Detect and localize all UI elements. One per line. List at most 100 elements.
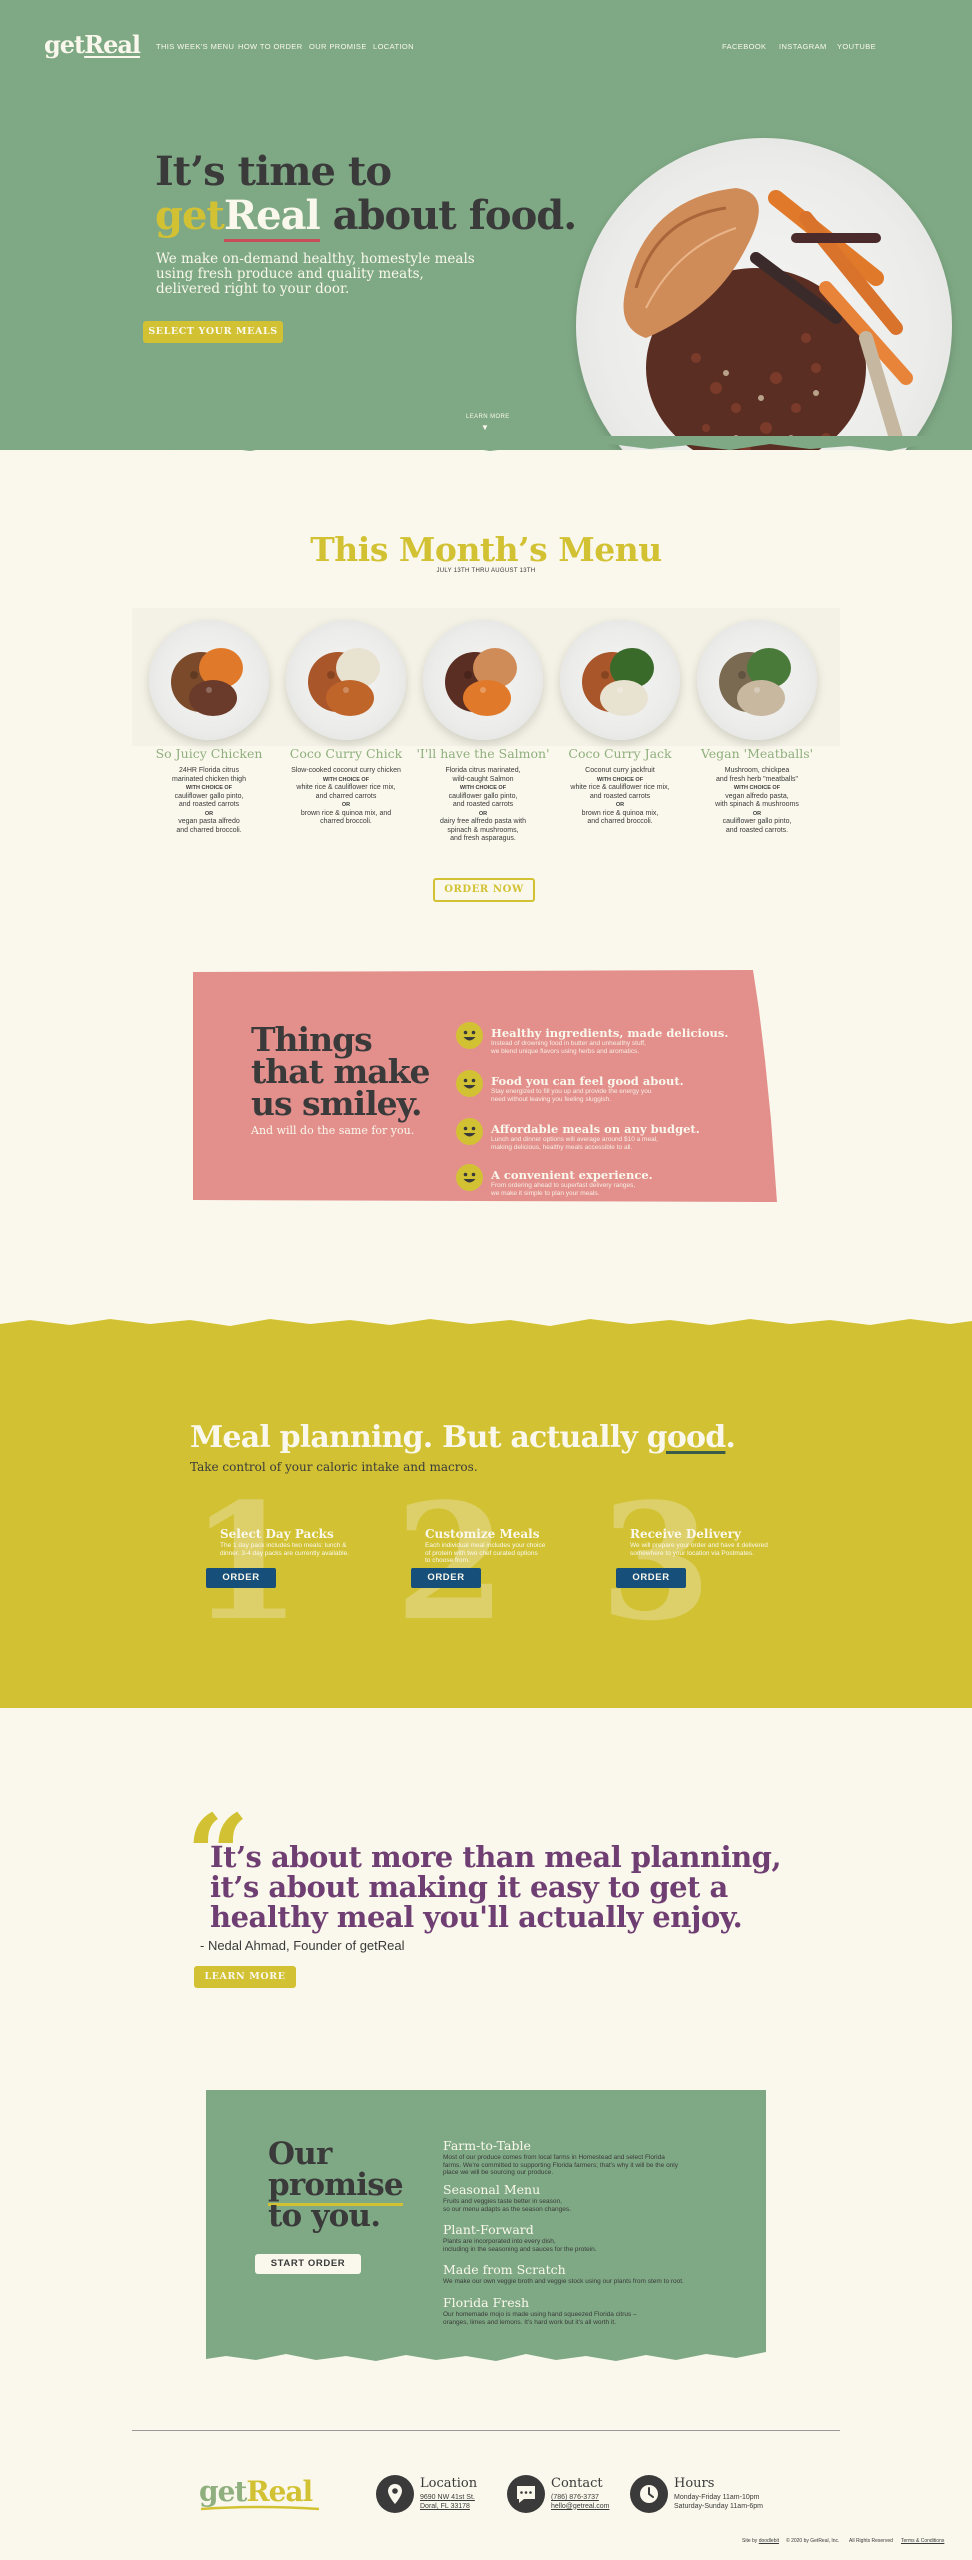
select-meals-button[interactable]: SELECT YOUR MEALS [143, 321, 283, 343]
quote-line: it’s about making it easy to get a [210, 1870, 728, 1904]
location-pin-icon [376, 2475, 414, 2513]
dish-desc-line: cauliflower gallo pinto, [174, 792, 244, 800]
promise-item-description: Fruits and veggies taste better in seaso… [443, 2198, 743, 2213]
dish-choice-label: WITH CHOICE OF [596, 776, 644, 783]
start-order-button[interactable]: START ORDER [255, 2254, 361, 2274]
dish-desc-line: with spinach & mushrooms [715, 801, 799, 808]
learn-more-button[interactable]: LEARN MORE [194, 1966, 296, 1988]
logo[interactable]: getReal [44, 30, 141, 59]
dish-plate-image [560, 620, 680, 740]
step-order-button[interactable]: ORDER [206, 1568, 276, 1588]
dish-desc-line: spinach & mushrooms, [447, 826, 519, 834]
chevron-down-icon[interactable]: ▼ [481, 423, 489, 432]
dish-choice-label: OR [752, 810, 762, 817]
dish-choice-label: WITH CHOICE OF [459, 785, 507, 791]
footer-contact-title: Contact [551, 2476, 603, 2491]
footer-email-link[interactable]: hello@getreal.com [551, 2503, 609, 2510]
dish-desc-line: Slow-cooked coconut curry chicken [291, 767, 401, 774]
promise-desc-line: Most of our produce comes from local far… [443, 2154, 665, 2161]
feature-title: Food you can feel good about. [491, 1074, 684, 1088]
footer-hours-details: Monday-Friday 11am-10pm Saturday-Sunday … [674, 2494, 763, 2511]
planning-heading: Meal planning. But actually good. [190, 1420, 810, 1455]
step-desc-line: of protein with two chef curated options [425, 1549, 538, 1557]
step-desc-line: to choose from. [425, 1557, 470, 1564]
clock-icon [630, 2475, 668, 2513]
hero-line1: It’s time to [155, 148, 392, 195]
planning-heading-post: . [725, 1420, 736, 1455]
dish-description: Coconut curry jackfruit WITH CHOICE OF whi… [546, 767, 694, 827]
dish-desc-line: brown rice & quinoa mix, [581, 809, 659, 817]
promise-item-description: Plants are incorporated into every dish,… [443, 2238, 743, 2253]
promise-item-description: We make our own veggie broth and veggie … [443, 2278, 743, 2286]
menu-title: This Month’s Menu [310, 530, 662, 569]
feature-desc-line: making delicious, healthy meals accessib… [491, 1143, 633, 1151]
footer-location-title: Location [420, 2476, 478, 2491]
quote-line: It’s about more than meal planning, [210, 1840, 782, 1874]
dish-name: 'I'll have the Salmon' [416, 746, 550, 761]
promise-desc-line: farms. We're committed to supporting Flo… [443, 2161, 679, 2169]
smiley-face-icon [456, 1164, 483, 1191]
nav-location[interactable]: LOCATION [373, 42, 414, 51]
torn-paper-divider [0, 1319, 972, 1334]
chat-bubble-icon [507, 2475, 545, 2513]
nav-our-promise[interactable]: OUR PROMISE [309, 42, 367, 51]
step-desc-line: The 1 day pack includes two meals: lunch… [220, 1542, 347, 1549]
promise-heading-line: to you. [268, 2198, 381, 2234]
promise-item-description: Most of our produce comes from local far… [443, 2154, 743, 2177]
dish-desc-line: cauliflower gallo pinto, [722, 818, 792, 825]
step-desc-line: We will prepare your order and have it d… [630, 1542, 768, 1549]
salmon-dish-illustration [623, 188, 913, 450]
feature-description: From ordering ahead to superfast deliver… [491, 1182, 761, 1197]
dish-desc-line: white rice & cauliflower rice mix, [296, 784, 396, 791]
smiley-heading-line: us smiley. [251, 1084, 423, 1123]
planning-heading-pre: Meal planning. But actually [190, 1420, 647, 1455]
footer-hours-line: Monday-Friday 11am-10pm [674, 2494, 760, 2501]
footer-phone-link[interactable]: (786) 876-3737 [551, 2494, 599, 2501]
feature-desc-line: we blend unique flavors using herbs and … [491, 1047, 640, 1055]
terms-link[interactable]: Terms & Conditions [901, 2538, 944, 2544]
dish-name: Coco Curry Chick [289, 746, 403, 761]
order-now-button[interactable]: ORDER NOW [433, 878, 535, 902]
dish-desc-line: and roasted carrots [589, 792, 651, 800]
nav-instagram[interactable]: INSTAGRAM [779, 42, 827, 51]
dish-desc-line: marinated chicken thigh [172, 775, 246, 783]
logo-get: get [44, 30, 85, 59]
hero-line2: about food. [319, 192, 578, 239]
step-order-button[interactable]: ORDER [411, 1568, 481, 1588]
dish-desc-line: 24HR Florida citrus [179, 767, 239, 774]
dish-desc-line: Florida citrus marinated, [445, 767, 521, 774]
nav-how-to-order[interactable]: HOW TO ORDER [238, 42, 303, 51]
hero-subtitle: We make on-demand healthy, homestyle mea… [156, 252, 486, 297]
promise-desc-line: Our homemade mojo is made using hand squ… [443, 2311, 637, 2318]
dish-choice-label: OR [478, 810, 488, 817]
footer-hours-line: Saturday-Sunday 11am-6pm [674, 2502, 763, 2510]
footer-credit-link[interactable]: doodlebit [759, 2538, 779, 2544]
logo-real: Real [84, 30, 141, 59]
promise-desc-line: place we will be sourcing our produce. [443, 2169, 554, 2176]
footer-contact-details: (786) 876-3737 hello@getreal.com [551, 2494, 609, 2511]
dish-plate-image [149, 620, 269, 740]
dish-name: So Juicy Chicken [155, 746, 263, 761]
nav-this-weeks-menu[interactable]: THIS WEEK'S MENU [156, 42, 234, 51]
hero-subtitle-line: delivered right to your door. [156, 281, 350, 297]
smiley-subtitle: And will do the same for you. [251, 1124, 415, 1137]
learn-more-link[interactable]: LEARN MORE [466, 414, 510, 420]
promise-desc-line: so our menu adapts as the season changes… [443, 2205, 571, 2213]
quote-text: It’s about more than meal planning, it’s… [210, 1842, 830, 1932]
menu-dates: JULY 13TH THRU AUGUST 13TH [436, 568, 536, 574]
promise-item-title: Seasonal Menu [443, 2182, 541, 2197]
nav-facebook[interactable]: FACEBOOK [722, 42, 766, 51]
dish-desc-line: and roasted carrots [452, 801, 514, 808]
feature-desc-line: Instead of drowning food in butter and u… [491, 1040, 646, 1047]
dish-desc-line: vegan pasta alfredo [178, 818, 240, 825]
step-order-button[interactable]: ORDER [616, 1568, 686, 1588]
dish-desc-line: charred broccoli. [320, 818, 372, 825]
step-desc-line: somewhere to your location via Postmates… [630, 1549, 754, 1557]
step-description: Each individual meal includes your choic… [425, 1542, 585, 1565]
nav-youtube[interactable]: YOUTUBE [837, 42, 876, 51]
footer-location-address[interactable]: 9690 NW 41st St. Doral, FL 33178 [420, 2494, 475, 2511]
footer-credit: Site by doodlebit [742, 2538, 779, 2544]
dish-choice-label: WITH CHOICE OF [733, 785, 781, 791]
promise-desc-line: We make our own veggie broth and veggie … [443, 2278, 684, 2285]
dish-desc-line: dairy free alfredo pasta with [440, 818, 526, 825]
